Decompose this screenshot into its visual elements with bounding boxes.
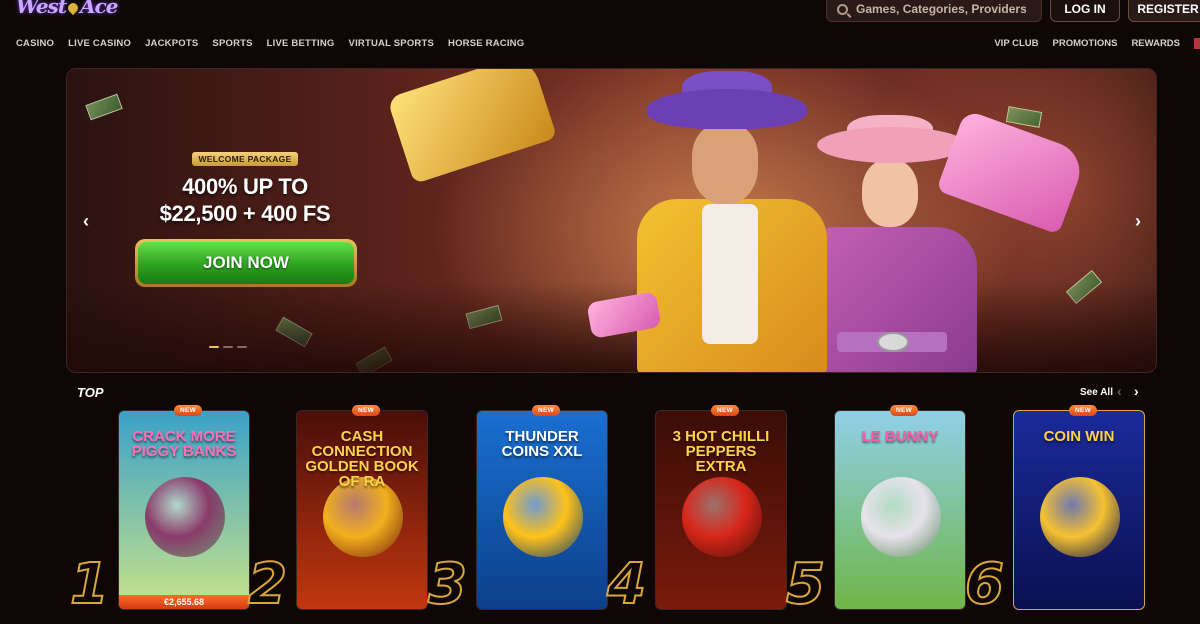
- game-card[interactable]: 3 HOT CHILLI PEPPERS EXTRA: [655, 410, 787, 610]
- search-input[interactable]: [856, 2, 1026, 16]
- promo-text: WELCOME PACKAGE 400% UP TO $22,500 + 400…: [135, 149, 355, 227]
- carousel-dots: [209, 346, 247, 348]
- game-card[interactable]: THUNDER COINS XXL: [476, 410, 608, 610]
- carousel-next-icon[interactable]: ›: [1134, 383, 1139, 399]
- nav-rewards[interactable]: REWARDS: [1131, 38, 1180, 49]
- secondary-nav: VIP CLUB PROMOTIONS REWARDS: [994, 38, 1200, 49]
- nav-virtual-sports[interactable]: VIRTUAL SPORTS: [349, 38, 435, 49]
- section-title-top: TOP: [77, 385, 104, 400]
- promo-amount: $22,500 + 400 FS: [159, 201, 331, 226]
- main-nav: CASINO LIVE CASINO JACKPOTS SPORTS LIVE …: [16, 38, 524, 49]
- nav-horse-racing[interactable]: HORSE RACING: [448, 38, 524, 49]
- new-badge: NEW: [1069, 405, 1098, 416]
- game-tile[interactable]: 1 CRACK MORE PIGGY BANKS €2,655.68 NEW: [69, 405, 250, 624]
- nav-jackpots[interactable]: JACKPOTS: [145, 38, 198, 49]
- new-badge: NEW: [711, 405, 740, 416]
- nav-live-betting[interactable]: LIVE BETTING: [267, 38, 335, 49]
- register-button[interactable]: REGISTER: [1128, 0, 1200, 22]
- game-artwork-icon: [682, 477, 762, 557]
- spade-icon: [65, 0, 81, 16]
- rank-number: 2: [247, 551, 288, 618]
- game-artwork-icon: [1040, 477, 1120, 557]
- game-tile[interactable]: 6 COIN WIN NEW: [964, 405, 1145, 624]
- rank-number: 3: [427, 551, 468, 618]
- hero-next-arrow-icon[interactable]: ›: [1129, 211, 1147, 231]
- rank-number: 5: [785, 551, 826, 618]
- game-title: LE BUNNY: [861, 428, 939, 445]
- nav-sports[interactable]: SPORTS: [212, 38, 252, 49]
- login-button[interactable]: LOG IN: [1050, 0, 1120, 22]
- new-badge: NEW: [352, 405, 381, 416]
- see-all-link[interactable]: See All: [1080, 387, 1113, 398]
- game-tile[interactable]: 3 THUNDER COINS XXL NEW: [427, 405, 608, 624]
- nav-live-casino[interactable]: LIVE CASINO: [68, 38, 131, 49]
- carousel-dot[interactable]: [237, 346, 247, 348]
- game-tile[interactable]: 5 LE BUNNY NEW: [785, 405, 966, 624]
- search-icon: [837, 3, 848, 15]
- game-card[interactable]: CRACK MORE PIGGY BANKS €2,655.68: [118, 410, 250, 610]
- game-title: 3 HOT CHILLI PEPPERS EXTRA: [672, 428, 770, 475]
- promo-headline: 400% UP TO: [182, 174, 308, 199]
- brand-logo[interactable]: West Ace: [16, 0, 118, 18]
- language-flag-icon[interactable]: [1194, 38, 1200, 49]
- game-title: CRACK MORE PIGGY BANKS: [131, 428, 237, 460]
- welcome-package-badge: WELCOME PACKAGE: [192, 152, 298, 166]
- rank-number: 1: [69, 551, 110, 618]
- nav-vip-club[interactable]: VIP CLUB: [994, 38, 1038, 49]
- jackpot-amount: €2,655.68: [119, 595, 249, 609]
- game-artwork-icon: [503, 477, 583, 557]
- rank-number: 6: [964, 551, 1005, 618]
- hero-prev-arrow-icon[interactable]: ‹: [77, 211, 95, 231]
- search-box[interactable]: [826, 0, 1042, 22]
- gold-pistol-illustration: [386, 69, 558, 184]
- new-badge: NEW: [890, 405, 919, 416]
- new-badge: NEW: [174, 405, 203, 416]
- cowboy-illustration: [627, 71, 827, 372]
- carousel-dot[interactable]: [209, 346, 219, 348]
- game-title: CASH CONNECTION GOLDEN BOOK OF RA: [305, 428, 419, 490]
- game-card[interactable]: LE BUNNY: [834, 410, 966, 610]
- game-card[interactable]: COIN WIN: [1013, 410, 1145, 610]
- nav-casino[interactable]: CASINO: [16, 38, 54, 49]
- game-card[interactable]: CASH CONNECTION GOLDEN BOOK OF RA: [296, 410, 428, 610]
- hero-banner[interactable]: WELCOME PACKAGE 400% UP TO $22,500 + 400…: [66, 68, 1157, 373]
- carousel-prev-icon[interactable]: ‹: [1117, 383, 1122, 399]
- game-tile[interactable]: 2 CASH CONNECTION GOLDEN BOOK OF RA NEW: [247, 405, 428, 624]
- new-badge: NEW: [532, 405, 561, 416]
- money-bill-decoration: [1005, 106, 1043, 128]
- join-now-button[interactable]: JOIN NOW: [135, 239, 357, 287]
- game-artwork-icon: [861, 477, 941, 557]
- game-title: THUNDER COINS XXL: [501, 428, 583, 460]
- top-bar: WestAce LOG IN REGISTER: [0, 0, 1200, 26]
- game-tile[interactable]: 4 3 HOT CHILLI PEPPERS EXTRA NEW: [606, 405, 787, 624]
- money-bill-decoration: [85, 93, 123, 121]
- join-now-label: JOIN NOW: [138, 242, 354, 284]
- game-artwork-icon: [145, 477, 225, 557]
- carousel-dot[interactable]: [223, 346, 233, 348]
- rank-number: 4: [606, 551, 647, 618]
- nav-promotions[interactable]: PROMOTIONS: [1053, 38, 1118, 49]
- game-title: COIN WIN: [1043, 428, 1115, 445]
